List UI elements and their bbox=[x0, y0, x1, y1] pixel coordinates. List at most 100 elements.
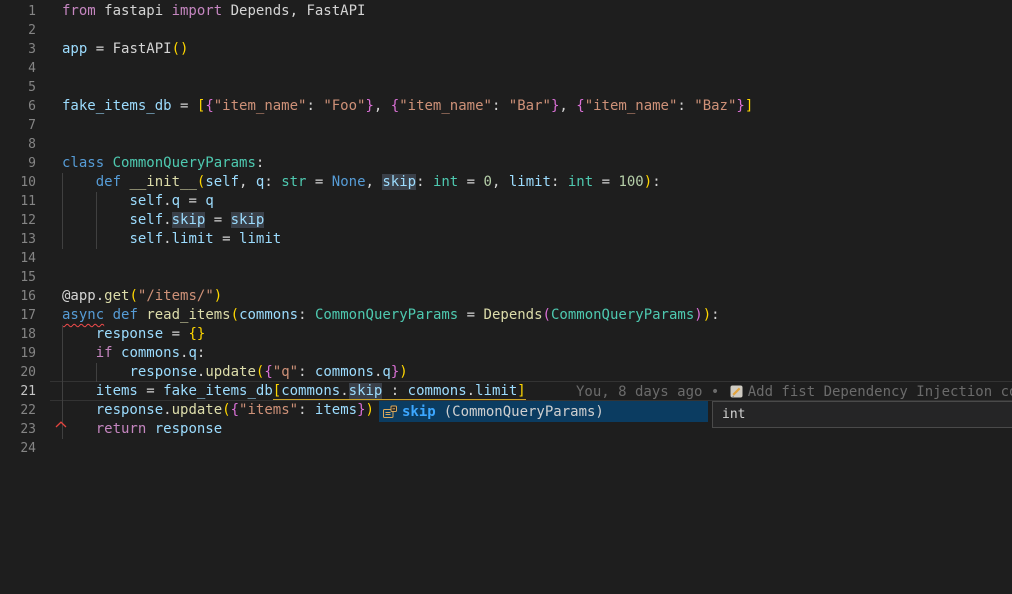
token[interactable]: app bbox=[62, 41, 87, 57]
line-number[interactable]: 10 bbox=[0, 173, 36, 192]
token[interactable]: : bbox=[197, 345, 205, 361]
code-text[interactable]: return response bbox=[62, 420, 222, 439]
token[interactable]: . bbox=[163, 402, 171, 418]
line-number[interactable]: 21 bbox=[0, 382, 36, 401]
code-text[interactable]: self.q = q bbox=[62, 192, 214, 211]
token[interactable]: self bbox=[205, 174, 239, 190]
token[interactable]: async bbox=[62, 307, 104, 323]
code-line[interactable]: 15 bbox=[0, 268, 1012, 287]
token[interactable]: { bbox=[391, 98, 399, 114]
token[interactable]: : bbox=[298, 307, 315, 323]
token[interactable]: ) bbox=[644, 174, 652, 190]
code-text[interactable]: class CommonQueryParams: bbox=[62, 154, 264, 173]
line-number[interactable]: 4 bbox=[0, 59, 36, 78]
token[interactable]: ) bbox=[694, 307, 702, 323]
code-line[interactable]: 14 bbox=[0, 249, 1012, 268]
code-line[interactable]: 12 self.skip = skip bbox=[0, 211, 1012, 230]
code-line[interactable]: 3 app = FastAPI() bbox=[0, 40, 1012, 59]
code-text[interactable]: response.update({"items": items}) bbox=[62, 401, 374, 420]
line-number[interactable]: 11 bbox=[0, 192, 36, 211]
token[interactable]: "Bar" bbox=[509, 98, 551, 114]
token[interactable]: = bbox=[205, 212, 230, 228]
token[interactable]: : bbox=[382, 383, 407, 400]
token[interactable]: def bbox=[96, 174, 121, 190]
token[interactable]: commons bbox=[315, 364, 374, 380]
suggestion-item-skip[interactable]: skip (CommonQueryParams) bbox=[379, 401, 708, 422]
token[interactable]: = bbox=[214, 231, 239, 247]
token[interactable]: : bbox=[711, 307, 719, 323]
token[interactable]: : bbox=[298, 402, 315, 418]
token[interactable]: commons bbox=[121, 345, 180, 361]
token[interactable] bbox=[62, 345, 96, 361]
token[interactable]: . bbox=[163, 231, 171, 247]
token[interactable]: () bbox=[172, 41, 189, 57]
line-number[interactable]: 12 bbox=[0, 211, 36, 230]
token[interactable]: commons bbox=[408, 383, 467, 400]
token[interactable]: int bbox=[433, 174, 458, 190]
token[interactable]: Depends bbox=[484, 307, 543, 323]
token[interactable]: ( bbox=[129, 288, 137, 304]
line-number[interactable]: 6 bbox=[0, 97, 36, 116]
line-number[interactable]: 13 bbox=[0, 230, 36, 249]
code-line[interactable]: 20 response.update({"q": commons.q}) bbox=[0, 363, 1012, 382]
token[interactable]: read_items bbox=[146, 307, 230, 323]
token[interactable]: ) bbox=[366, 402, 374, 418]
code-text[interactable]: self.skip = skip bbox=[62, 211, 264, 230]
token[interactable]: = bbox=[180, 193, 205, 209]
token[interactable] bbox=[62, 212, 129, 228]
token[interactable]: CommonQueryParams bbox=[551, 307, 694, 323]
token[interactable]: . bbox=[467, 383, 475, 400]
line-number[interactable]: 14 bbox=[0, 249, 36, 268]
line-number[interactable]: 3 bbox=[0, 40, 36, 59]
token[interactable]: None bbox=[332, 174, 366, 190]
token[interactable]: ) bbox=[214, 288, 222, 304]
code-line[interactable]: 8 bbox=[0, 135, 1012, 154]
token[interactable] bbox=[113, 345, 121, 361]
token[interactable]: q bbox=[205, 193, 213, 209]
code-line[interactable]: 13 self.limit = limit bbox=[0, 230, 1012, 249]
line-number[interactable]: 23 bbox=[0, 420, 36, 439]
token[interactable] bbox=[146, 421, 154, 437]
token[interactable]: "q" bbox=[273, 364, 298, 380]
token[interactable]: = bbox=[163, 326, 188, 342]
token[interactable]: : bbox=[256, 155, 264, 171]
token[interactable]: class bbox=[62, 155, 104, 171]
code-line[interactable]: 18 response = {} bbox=[0, 325, 1012, 344]
token[interactable] bbox=[62, 231, 129, 247]
token[interactable] bbox=[62, 383, 96, 399]
code-line[interactable]: 2 bbox=[0, 21, 1012, 40]
token[interactable]: "Baz" bbox=[694, 98, 736, 114]
token[interactable]: "Foo" bbox=[323, 98, 365, 114]
token[interactable]: self bbox=[129, 193, 163, 209]
line-number[interactable]: 19 bbox=[0, 344, 36, 363]
token[interactable]: . bbox=[163, 212, 171, 228]
code-text[interactable]: self.limit = limit bbox=[62, 230, 281, 249]
token[interactable]: q bbox=[172, 193, 180, 209]
token[interactable]: : bbox=[677, 98, 694, 114]
token[interactable]: . bbox=[340, 383, 348, 400]
token[interactable]: skip bbox=[382, 174, 416, 190]
token[interactable]: CommonQueryParams bbox=[315, 307, 458, 323]
token[interactable]: } bbox=[357, 402, 365, 418]
suggest-widget[interactable]: skip (CommonQueryParams) bbox=[379, 401, 708, 422]
token[interactable]: : bbox=[306, 98, 323, 114]
line-number[interactable]: 5 bbox=[0, 78, 36, 97]
line-number[interactable]: 17 bbox=[0, 306, 36, 325]
token[interactable]: CommonQueryParams bbox=[113, 155, 256, 171]
code-text[interactable]: app = FastAPI() bbox=[62, 40, 188, 59]
token[interactable]: q bbox=[382, 364, 390, 380]
token[interactable]: update bbox=[205, 364, 256, 380]
token[interactable]: : bbox=[298, 364, 315, 380]
token[interactable]: limit bbox=[509, 174, 551, 190]
line-number[interactable]: 20 bbox=[0, 363, 36, 382]
token[interactable]: = bbox=[458, 174, 483, 190]
token[interactable]: { bbox=[205, 98, 213, 114]
token[interactable]: response bbox=[155, 421, 222, 437]
token[interactable]: def bbox=[113, 307, 138, 323]
token[interactable]: = bbox=[458, 307, 483, 323]
token[interactable]: "items" bbox=[239, 402, 298, 418]
code-line[interactable]: 16@app.get("/items/") bbox=[0, 287, 1012, 306]
token[interactable]: = bbox=[87, 41, 112, 57]
token[interactable]: , bbox=[239, 174, 256, 190]
token[interactable]: skip bbox=[231, 212, 265, 228]
